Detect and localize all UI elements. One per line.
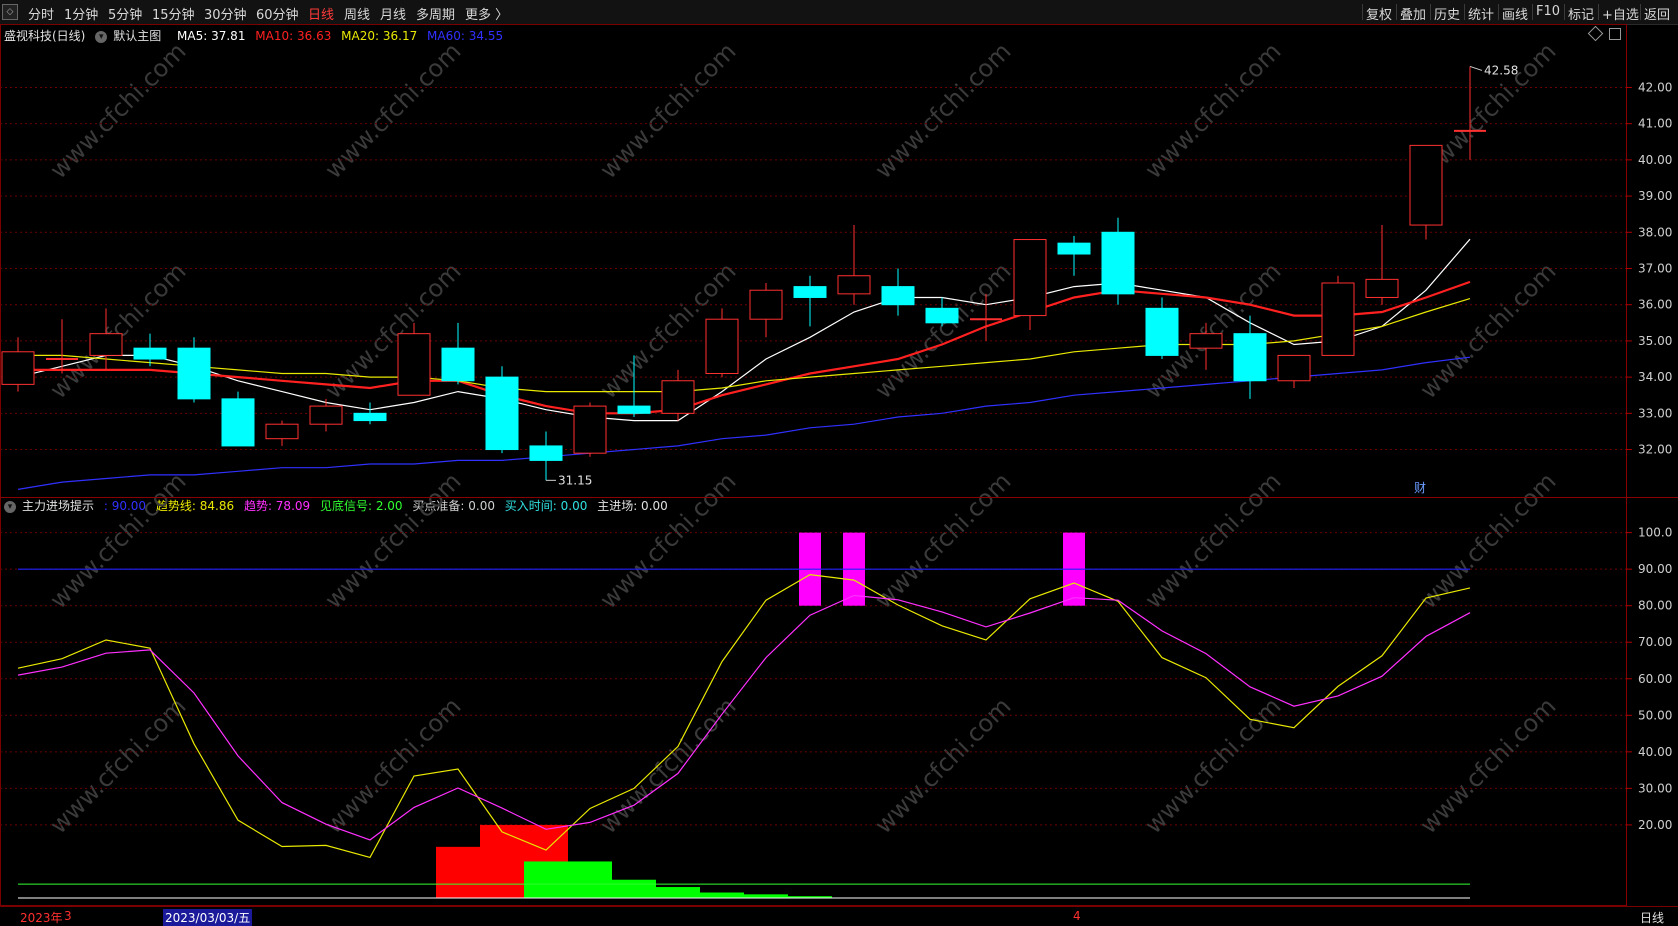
- candle-body: [1277, 354, 1311, 382]
- year-label: 2023年: [20, 911, 63, 925]
- candle-body: [837, 275, 871, 295]
- candle-body: [1189, 333, 1223, 349]
- watermark-text: www.cfchi.com: [319, 37, 466, 184]
- candle-body: [1365, 278, 1399, 298]
- indicator-tick-label: 40.00: [1638, 745, 1672, 759]
- candle-body: [1233, 333, 1267, 382]
- watermark-text: www.cfchi.com: [319, 257, 466, 404]
- date-axis-bar: 2023年 3 2023/03/03/五 4 日线: [0, 906, 1678, 926]
- candle-body: [1145, 307, 1179, 356]
- main-tick-label: 34.00: [1638, 370, 1672, 384]
- watermark-text: www.cfchi.com: [594, 37, 741, 184]
- main-tick-label: 40.00: [1638, 153, 1672, 167]
- chart-frame: [0, 24, 1627, 906]
- watermark-text: www.cfchi.com: [1139, 37, 1286, 184]
- candle-body: [309, 405, 343, 425]
- main-tick-label: 33.00: [1638, 406, 1672, 420]
- high-marker-arrow: [1469, 65, 1483, 71]
- indicator-tick-label: 60.00: [1638, 672, 1672, 686]
- candle-body: [397, 333, 431, 396]
- indicator-tick-label: 70.00: [1638, 635, 1672, 649]
- month-3-label: 3: [64, 909, 72, 923]
- candle-body: [221, 398, 255, 447]
- candle-body: [353, 412, 387, 422]
- main-force-green-block: [568, 861, 612, 898]
- main-force-green-block: [612, 879, 656, 898]
- candle-body: [177, 347, 211, 400]
- watermark-text: www.cfchi.com: [319, 467, 466, 614]
- chart-canvas[interactable]: www.cfchi.com www.cfchi.com www.cfchi.com w…: [0, 0, 1678, 906]
- watermark-text: www.cfchi.com: [594, 467, 741, 614]
- main-force-green-block: [656, 887, 700, 898]
- candle-body: [1409, 144, 1443, 226]
- candle-body: [529, 445, 563, 461]
- watermark-text: www.cfchi.com: [44, 257, 191, 404]
- candle-body: [705, 318, 739, 375]
- main-tick-label: 42.00: [1638, 80, 1672, 94]
- main-force-green-block: [744, 894, 788, 898]
- main-force-green-block: [700, 892, 744, 898]
- ma-line-ma5: [17, 238, 1471, 422]
- indicator-tick-label: 30.00: [1638, 781, 1672, 795]
- main-force-red-block: [436, 846, 480, 898]
- main-tick-label: 39.00: [1638, 189, 1672, 203]
- indicator-tick-label: 90.00: [1638, 562, 1672, 576]
- candle-body: [1101, 231, 1135, 295]
- watermark-text: www.cfchi.com: [44, 37, 191, 184]
- main-force-green-block: [524, 861, 568, 898]
- main-tick-label: 38.00: [1638, 225, 1672, 239]
- candle-body: [661, 380, 695, 414]
- watermark-text: www.cfchi.com: [319, 692, 466, 839]
- candle-body: [265, 423, 299, 440]
- candle-body: [1, 351, 35, 385]
- watermark-text: www.cfchi.com: [1414, 467, 1561, 614]
- indicator-tick-label: 100.0: [1638, 526, 1672, 540]
- candle-body: [793, 286, 827, 298]
- price-axis: 32.00 33.00 34.00 35.00 36.00 37.00 38.00 39.00…: [1626, 80, 1672, 832]
- candle-body: [749, 289, 783, 320]
- candle-body: [441, 347, 475, 382]
- main-tick-label: 37.00: [1638, 262, 1672, 276]
- main-force-red-block: [480, 824, 524, 898]
- watermark-text: www.cfchi.com: [1414, 692, 1561, 839]
- main-tick-label: 41.00: [1638, 117, 1672, 131]
- candle-body: [573, 405, 607, 454]
- low-price-label: 31.15: [558, 473, 592, 487]
- candle-body: [617, 405, 651, 414]
- month-4-label: 4: [1073, 909, 1081, 923]
- period-label: 日线: [1640, 911, 1665, 925]
- high-price-label: 42.58: [1484, 63, 1518, 77]
- watermark-text: www.cfchi.com: [869, 467, 1016, 614]
- watermark-text: www.cfchi.com: [594, 692, 741, 839]
- candle-body: [485, 376, 519, 451]
- candle-body: [1321, 282, 1355, 356]
- candle-body: [881, 286, 915, 306]
- candle-body: [133, 347, 167, 360]
- main-tick-label: 36.00: [1638, 298, 1672, 312]
- cursor-date-label: 2023/03/03/五: [163, 909, 253, 926]
- watermark-text: www.cfchi.com: [1139, 692, 1286, 839]
- finance-event-marker: 财: [1414, 481, 1426, 495]
- main-tick-label: 32.00: [1638, 443, 1672, 457]
- candle-body: [89, 333, 123, 356]
- candle-body: [1057, 242, 1091, 255]
- watermark-text: www.cfchi.com: [1139, 467, 1286, 614]
- indicator-tick-label: 20.00: [1638, 818, 1672, 832]
- indicator-tick-label: 80.00: [1638, 599, 1672, 613]
- watermark-text: www.cfchi.com: [869, 37, 1016, 184]
- indicator-tick-label: 50.00: [1638, 708, 1672, 722]
- watermark-text: www.cfchi.com: [869, 692, 1016, 839]
- candle-body: [925, 307, 959, 324]
- watermark-text: www.cfchi.com: [44, 692, 191, 839]
- watermark-text: www.cfchi.com: [869, 257, 1016, 404]
- watermark-text: www.cfchi.com: [44, 467, 191, 614]
- watermark-text: www.cfchi.com: [1414, 257, 1561, 404]
- main-tick-label: 35.00: [1638, 334, 1672, 348]
- candle-body: [1013, 239, 1047, 317]
